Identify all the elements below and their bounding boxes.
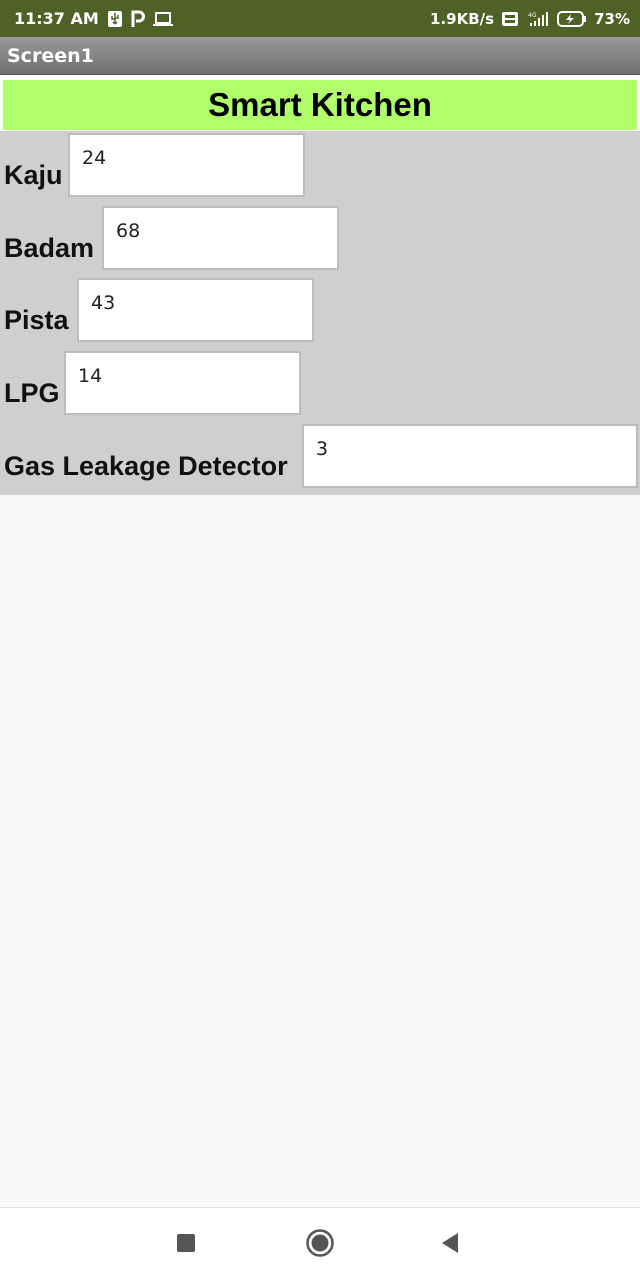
recents-square-icon (176, 1233, 196, 1258)
svg-text:4G: 4G (528, 12, 537, 19)
screen-title: Screen1 (7, 45, 94, 67)
gas-leakage-label: Gas Leakage Detector (4, 451, 288, 481)
kaju-label: Kaju (4, 160, 63, 190)
pista-row: Pista 43 (0, 278, 640, 342)
gas-leakage-row: Gas Leakage Detector 3 (0, 424, 640, 488)
volte-icon (501, 11, 519, 27)
usb-icon (107, 10, 123, 28)
p-app-icon (131, 10, 145, 28)
navigation-bar (0, 1207, 640, 1280)
laptop-icon (152, 11, 173, 27)
app-title-bar: Screen1 (0, 37, 640, 75)
recents-button[interactable] (167, 1226, 205, 1264)
back-button[interactable] (431, 1226, 469, 1264)
phone-screen: 11:37 AM 1.9KB/s 4G 73% Screen1 Smart Ki… (0, 0, 640, 1280)
pista-label: Pista (4, 305, 69, 335)
network-speed: 1.9KB/s (430, 9, 495, 28)
kaju-row: Kaju 24 (0, 133, 640, 197)
home-button[interactable] (301, 1226, 339, 1264)
lpg-label: LPG (4, 378, 60, 408)
lpg-input[interactable]: 14 (64, 351, 301, 415)
pista-input[interactable]: 43 (77, 278, 314, 342)
status-bar: 11:37 AM 1.9KB/s 4G 73% (0, 0, 640, 37)
signal-4g-icon: 4G (526, 11, 550, 27)
app-header-label: Smart Kitchen (3, 80, 637, 130)
badam-input[interactable]: 68 (102, 206, 339, 270)
header-container: Smart Kitchen (0, 75, 640, 132)
back-triangle-icon (440, 1232, 460, 1259)
lpg-row: LPG 14 (0, 351, 640, 415)
battery-percent: 73% (594, 9, 630, 28)
gas-leakage-input[interactable]: 3 (302, 424, 638, 488)
battery-charging-icon (557, 10, 587, 27)
badam-row: Badam 68 (0, 206, 640, 270)
form-panel: Kaju 24 Badam 68 Pista 43 LPG 14 Gas Lea… (0, 131, 640, 495)
home-circle-icon (305, 1228, 335, 1263)
badam-label: Badam (4, 233, 95, 263)
kaju-input[interactable]: 24 (68, 133, 305, 197)
status-time: 11:37 AM (14, 9, 99, 28)
